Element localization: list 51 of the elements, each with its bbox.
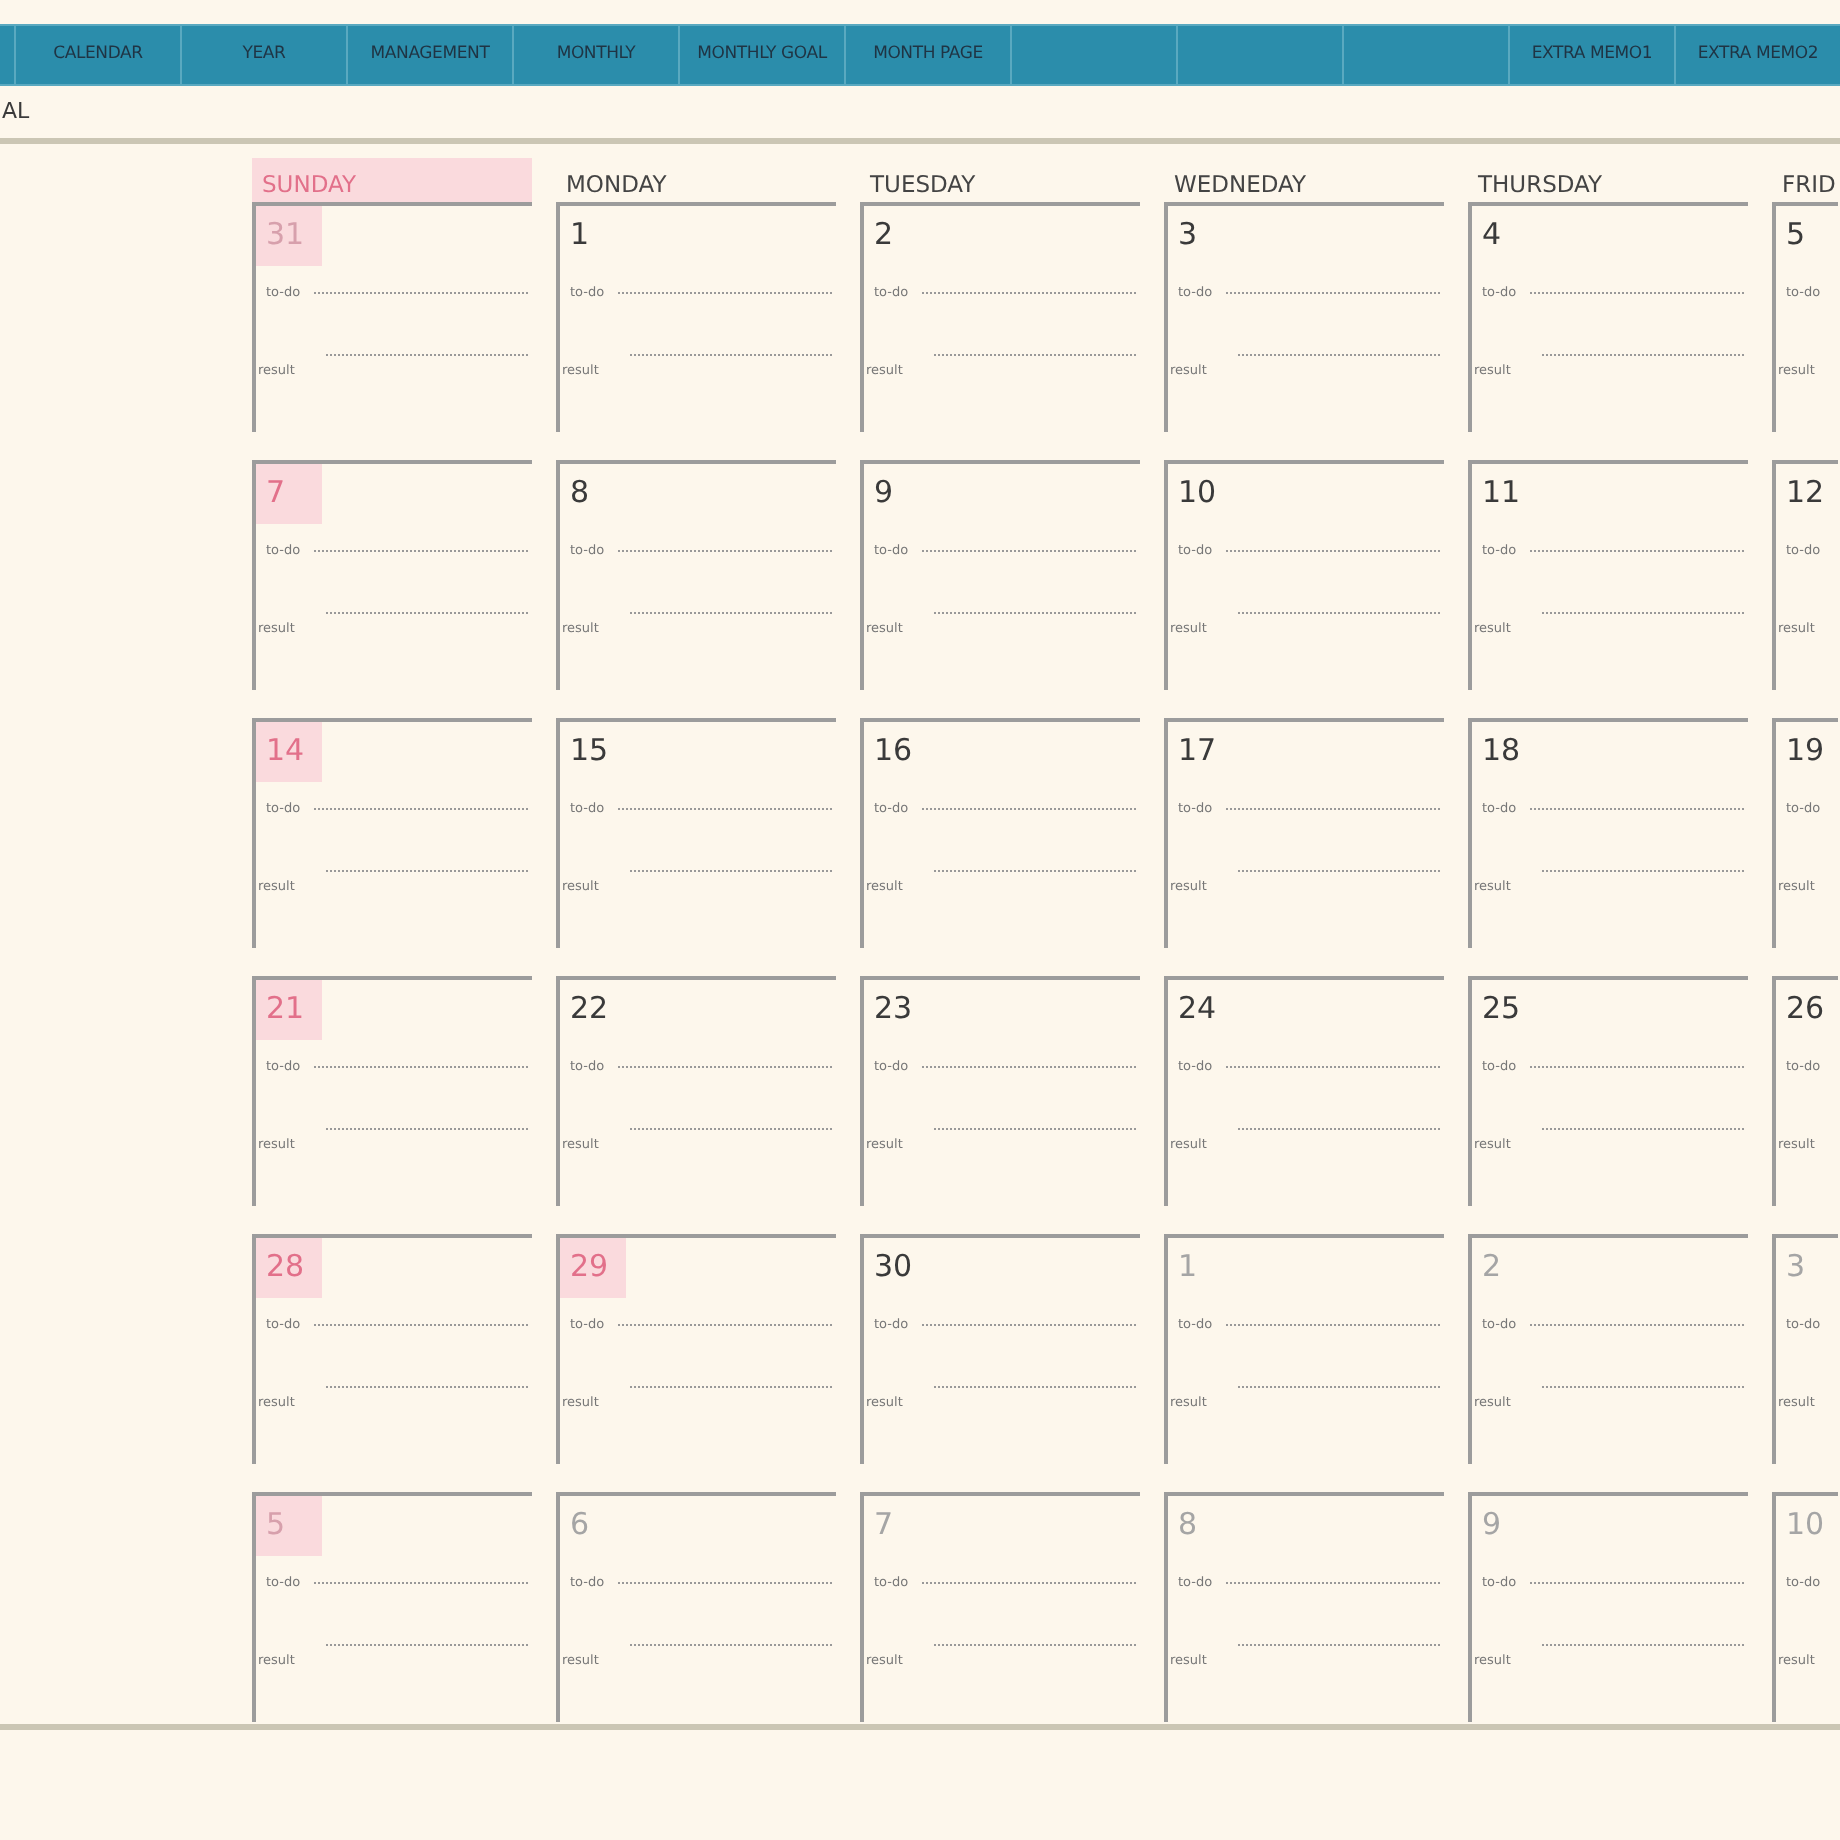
nav-tab[interactable]: YEAR	[182, 26, 348, 84]
weekday-header: FRID	[1780, 168, 1838, 202]
day-number: 14	[256, 722, 322, 782]
day-number: 29	[560, 1238, 626, 1298]
day-number: 7	[872, 1504, 896, 1546]
day-number: 11	[1480, 472, 1523, 514]
nav-tab[interactable]: MANAGEMENT	[348, 26, 514, 84]
day-number: 28	[256, 1238, 322, 1298]
day-number: 31	[256, 206, 322, 266]
weekday-header: TUESDAY	[868, 168, 978, 202]
day-number: 2	[1480, 1246, 1504, 1288]
day-number: 18	[1480, 730, 1523, 772]
day-number: 26	[1784, 988, 1827, 1030]
day-number: 5	[1784, 214, 1808, 256]
day-number: 5	[256, 1496, 322, 1556]
day-number: 8	[1176, 1504, 1200, 1546]
day-number: 4	[1480, 214, 1504, 256]
day-number: 23	[872, 988, 915, 1030]
nav-tab[interactable]: EXTRA MEMO1	[1510, 26, 1676, 84]
day-number: 24	[1176, 988, 1219, 1030]
nav-tab[interactable]: MONTH PAGE	[846, 26, 1012, 84]
nav-tab[interactable]: MONTHLY GOAL	[680, 26, 846, 84]
day-number: 2	[872, 214, 896, 256]
day-number: 22	[568, 988, 611, 1030]
day-number: 10	[1784, 1504, 1827, 1546]
nav-tab[interactable]: CALENDAR	[16, 26, 182, 84]
day-number: 8	[568, 472, 592, 514]
nav-tab[interactable]: MONTHLY	[514, 26, 680, 84]
day-number: 25	[1480, 988, 1523, 1030]
day-number: 10	[1176, 472, 1219, 514]
day-number: 3	[1784, 1246, 1808, 1288]
day-number: 1	[568, 214, 592, 256]
weekday-header: WEDNEDAY	[1172, 168, 1309, 202]
weekday-header: THURSDAY	[1476, 168, 1605, 202]
day-number: 9	[1480, 1504, 1504, 1546]
day-number: 21	[256, 980, 322, 1040]
day-number: 7	[256, 464, 322, 524]
day-number: 30	[872, 1246, 915, 1288]
day-number: 9	[872, 472, 896, 514]
day-number: 16	[872, 730, 915, 772]
weekday-header: SUNDAY	[252, 158, 532, 202]
day-number: 6	[568, 1504, 592, 1546]
day-number: 19	[1784, 730, 1827, 772]
day-number: 1	[1176, 1246, 1200, 1288]
day-number: 12	[1784, 472, 1827, 514]
nav-tab[interactable]: EXTRA MEMO2	[1676, 26, 1840, 84]
day-number: 17	[1176, 730, 1219, 772]
weekday-header: MONDAY	[564, 168, 669, 202]
day-number: 15	[568, 730, 611, 772]
day-number: 3	[1176, 214, 1200, 256]
page-title: AL	[2, 96, 32, 126]
